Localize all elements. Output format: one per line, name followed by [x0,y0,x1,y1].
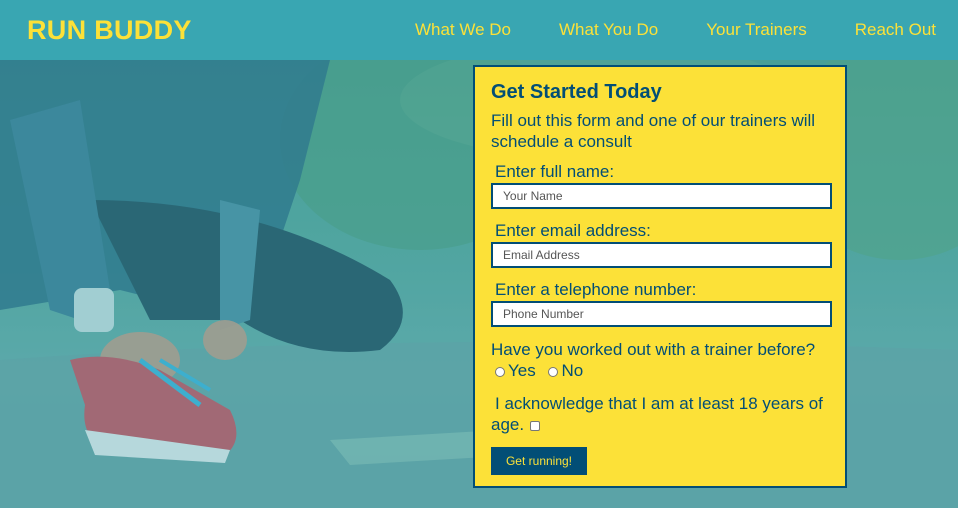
signup-form: Get Started Today Fill out this form and… [473,65,847,488]
email-label: Enter email address: [495,221,651,240]
nav-link-your-trainers[interactable]: Your Trainers [706,20,806,40]
form-intro: Fill out this form and one of our traine… [491,111,816,151]
age-ack-text: I acknowledge that I am at least 18 year… [491,394,823,434]
trainer-question-text: Have you worked out with a trainer befor… [491,340,816,359]
phone-label: Enter a telephone number: [495,280,697,299]
trainer-question-group: Have you worked out with a trainer befor… [491,339,821,381]
nav-link-what-we-do[interactable]: What We Do [415,20,511,40]
age-checkbox[interactable] [530,420,541,431]
name-field[interactable] [491,183,832,209]
form-title: Get Started Today [491,81,662,103]
get-running-button[interactable]: Get running! [491,447,587,475]
yes-radio[interactable] [495,366,505,377]
nav-link-what-you-do[interactable]: What You Do [559,20,658,40]
email-field[interactable] [491,242,832,268]
no-label: No [561,361,584,380]
nav-link-reach-out[interactable]: Reach Out [855,20,936,40]
phone-field[interactable] [491,301,832,327]
main-nav: What We Do What You Do Your Trainers Rea… [415,20,936,40]
age-ack-group: I acknowledge that I am at least 18 year… [491,393,831,435]
name-label: Enter full name: [495,162,615,181]
site-logo[interactable]: RUN BUDDY [27,15,192,46]
site-header: RUN BUDDY What We Do What You Do Your Tr… [0,0,958,60]
yes-label: Yes [508,361,536,380]
no-radio[interactable] [548,366,559,377]
